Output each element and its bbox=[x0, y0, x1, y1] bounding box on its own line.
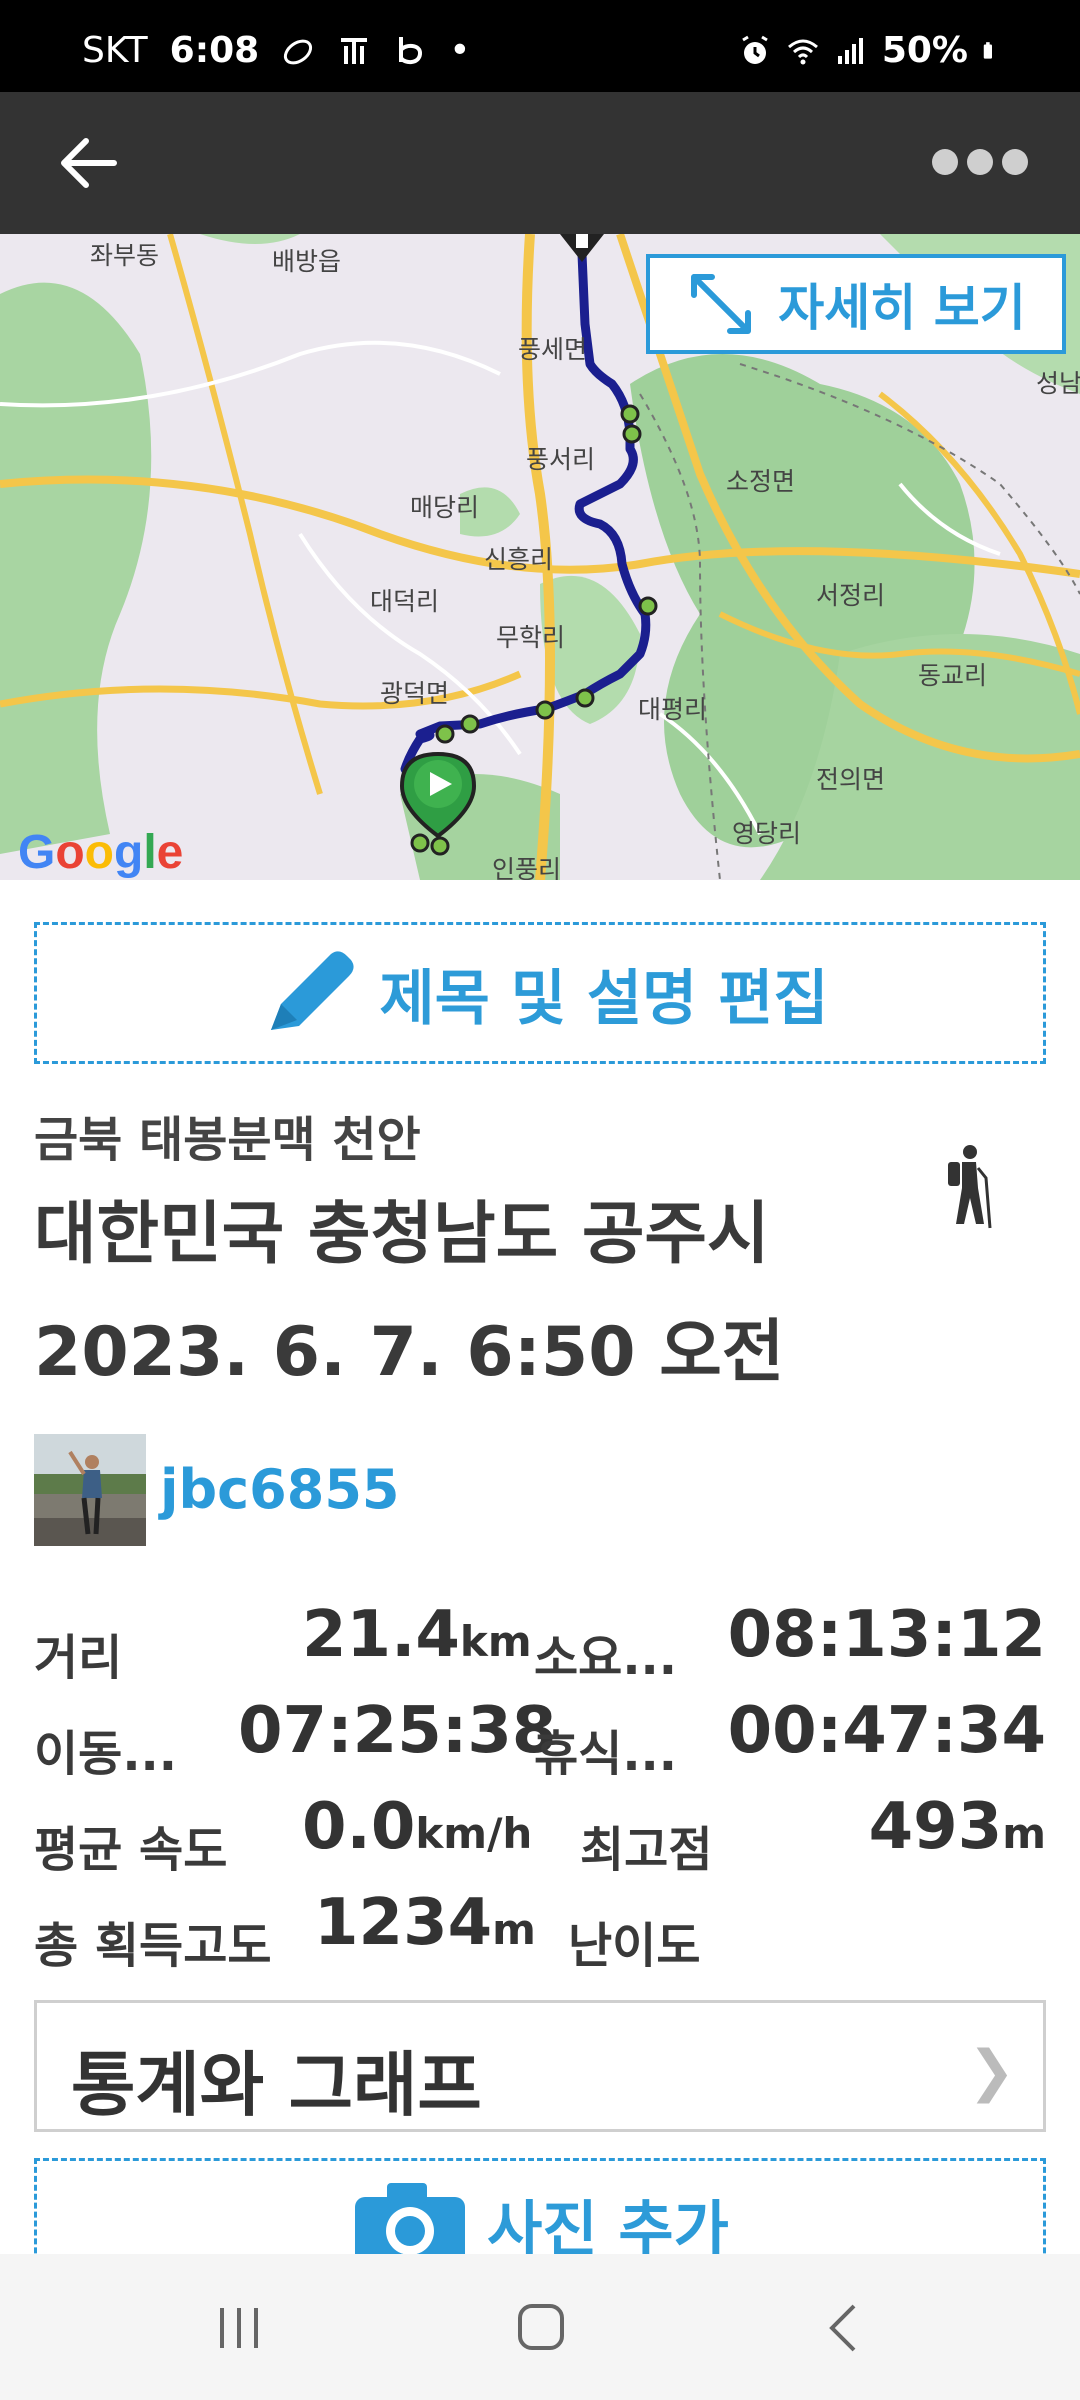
activity-subtitle: 금북 태봉분맥 천안 bbox=[34, 1112, 421, 1168]
stat-row: 평균 속도 0.0km/h 최고점 493m bbox=[34, 1782, 1046, 1878]
signal-icon bbox=[837, 37, 863, 64]
map-label: 배방읍 bbox=[272, 247, 342, 276]
stat-row: 거리 21.4km 소요... 08:13:12 bbox=[34, 1590, 1046, 1686]
wifi-icon bbox=[787, 39, 818, 64]
activity-datetime: 2023. 6. 7. 6:50 오전 bbox=[34, 1313, 785, 1392]
stats-graph-label: 통계와 그래프 bbox=[71, 2044, 482, 2126]
username-link[interactable]: jbc6855 bbox=[160, 1458, 399, 1521]
map-label: 성남 bbox=[1036, 369, 1080, 398]
system-nav-bar bbox=[0, 2254, 1080, 2400]
map-label: 좌부동 bbox=[90, 241, 160, 270]
map-label: 대덕리 bbox=[370, 587, 440, 616]
b-icon bbox=[399, 36, 423, 64]
route-map[interactable]: 좌부동 배방읍 풍세면 성남 풍서리 소정면 매당리 신흥리 서정리 대덕리 무… bbox=[0, 234, 1080, 880]
edit-title-label: 제목 및 설명 편집 bbox=[379, 963, 829, 1034]
elevation-gain-label: 총 획득고도 bbox=[34, 1918, 272, 1974]
activity-location: 대한민국 충청남도 공주시 bbox=[34, 1195, 770, 1274]
more-dots-icon[interactable] bbox=[920, 132, 1040, 192]
max-altitude-value: 493m bbox=[869, 1790, 1046, 1864]
distance-unit: km bbox=[459, 1617, 532, 1666]
map-label: 풍서리 bbox=[526, 445, 596, 474]
battery-icon bbox=[983, 41, 992, 59]
map-label: 신흥리 bbox=[484, 545, 554, 574]
moving-time-value: 07:25:38 bbox=[238, 1694, 557, 1768]
avg-speed-label: 평균 속도 bbox=[34, 1822, 228, 1878]
difficulty-label: 난이도 bbox=[568, 1918, 701, 1974]
edit-title-button[interactable]: 제목 및 설명 편집 bbox=[34, 922, 1046, 1064]
distance-value: 21.4km bbox=[302, 1598, 532, 1672]
elevation-gain-unit: m bbox=[492, 1905, 536, 1954]
elevation-gain-value: 1234m bbox=[314, 1886, 536, 1960]
chevron-right-icon: ❯ bbox=[968, 2039, 1015, 2104]
stat-row: 총 획득고도 1234m 난이도 bbox=[34, 1878, 1046, 1974]
status-bar: SKT 6:08 • 50% bbox=[0, 0, 1080, 92]
stat-row: 이동... 07:25:38 휴식... 00:47:34 bbox=[34, 1686, 1046, 1782]
t-icon bbox=[341, 37, 368, 64]
map-label: 매당리 bbox=[410, 493, 480, 522]
home-icon[interactable] bbox=[506, 2302, 576, 2354]
notification-dot: • bbox=[449, 30, 471, 71]
max-altitude-number: 493 bbox=[868, 1790, 1003, 1864]
rest-time-value: 00:47:34 bbox=[727, 1694, 1046, 1768]
stats-panel: 거리 21.4km 소요... 08:13:12 이동... 07:25:38 … bbox=[34, 1590, 1046, 1974]
map-label: 서정리 bbox=[816, 581, 886, 610]
carrier-label: SKT bbox=[82, 30, 148, 71]
avg-speed-unit: km/h bbox=[415, 1809, 533, 1858]
back-icon[interactable] bbox=[808, 2302, 878, 2354]
max-altitude-unit: m bbox=[1002, 1809, 1046, 1858]
map-label: 영당리 bbox=[732, 819, 802, 848]
clock: 6:08 bbox=[169, 30, 260, 71]
run-icon bbox=[284, 39, 313, 64]
distance-label: 거리 bbox=[34, 1630, 123, 1686]
map-label: 동교리 bbox=[918, 661, 988, 690]
stats-graph-button[interactable]: 통계와 그래프 ❯ bbox=[34, 2000, 1046, 2132]
duration-label: 소요... bbox=[534, 1630, 678, 1686]
elevation-gain-number: 1234 bbox=[314, 1886, 493, 1960]
map-label: 무학리 bbox=[496, 623, 566, 652]
map-label: 풍세면 bbox=[518, 335, 588, 364]
distance-number: 21.4 bbox=[302, 1598, 460, 1672]
pencil-icon bbox=[271, 951, 355, 1030]
avatar[interactable] bbox=[34, 1434, 146, 1546]
map-label: 소정면 bbox=[726, 467, 796, 496]
hiker-icon bbox=[948, 1145, 992, 1229]
back-arrow-icon[interactable] bbox=[54, 128, 124, 198]
avg-speed-number: 0.0 bbox=[302, 1790, 416, 1864]
map-label: 광덕면 bbox=[380, 679, 450, 708]
map-label: 대평리 bbox=[638, 695, 708, 724]
map-label: 인풍리 bbox=[492, 855, 562, 880]
alarm-icon bbox=[742, 35, 768, 64]
detail-view-label: 자세히 보기 bbox=[778, 279, 1026, 337]
battery-percent: 50% bbox=[881, 30, 968, 71]
moving-time-label: 이동... bbox=[34, 1726, 178, 1782]
expand-icon bbox=[691, 274, 752, 334]
max-altitude-label: 최고점 bbox=[580, 1822, 713, 1878]
rest-time-label: 휴식... bbox=[534, 1726, 678, 1782]
app-bar bbox=[0, 92, 1080, 234]
avg-speed-value: 0.0km/h bbox=[302, 1790, 532, 1864]
duration-value: 08:13:12 bbox=[727, 1598, 1046, 1672]
map-label: 전의면 bbox=[816, 765, 886, 794]
google-logo: Google bbox=[18, 826, 184, 879]
recent-apps-icon[interactable] bbox=[204, 2302, 274, 2354]
detail-view-button[interactable]: 자세히 보기 bbox=[646, 254, 1066, 354]
